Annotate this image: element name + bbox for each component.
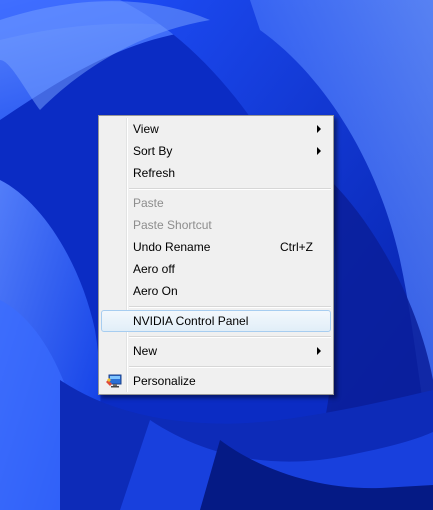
submenu-arrow-icon bbox=[317, 147, 321, 155]
menu-item-nvidia-control-panel[interactable]: NVIDIA Control Panel bbox=[101, 310, 331, 332]
menu-separator bbox=[129, 336, 331, 338]
menu-item-aero-on[interactable]: Aero On bbox=[101, 280, 331, 302]
menu-item-label: New bbox=[133, 344, 158, 358]
menu-item-label: Undo Rename bbox=[133, 240, 211, 254]
menu-item-label: Paste Shortcut bbox=[133, 218, 212, 232]
submenu-arrow-icon bbox=[317, 347, 321, 355]
menu-item-undo-rename[interactable]: Undo Rename Ctrl+Z bbox=[101, 236, 331, 258]
menu-separator bbox=[129, 188, 331, 190]
menu-item-label: View bbox=[133, 122, 159, 136]
menu-item-aero-off[interactable]: Aero off bbox=[101, 258, 331, 280]
menu-item-view[interactable]: View bbox=[101, 118, 331, 140]
menu-item-label: Paste bbox=[133, 196, 164, 210]
menu-item-sort-by[interactable]: Sort By bbox=[101, 140, 331, 162]
desktop-context-menu: View Sort By Refresh Paste Paste Shortcu… bbox=[98, 115, 334, 395]
menu-item-label: Sort By bbox=[133, 144, 173, 158]
menu-item-label: Aero On bbox=[133, 284, 178, 298]
menu-item-paste[interactable]: Paste bbox=[101, 192, 331, 214]
submenu-arrow-icon bbox=[317, 125, 321, 133]
menu-item-label: Refresh bbox=[133, 166, 176, 180]
menu-item-shortcut: Ctrl+Z bbox=[280, 240, 313, 254]
menu-item-refresh[interactable]: Refresh bbox=[101, 162, 331, 184]
menu-separator bbox=[129, 366, 331, 368]
menu-item-label: Aero off bbox=[133, 262, 175, 276]
menu-separator bbox=[129, 306, 331, 308]
menu-item-label: Personalize bbox=[133, 374, 196, 388]
personalize-icon bbox=[106, 374, 122, 388]
menu-item-personalize[interactable]: Personalize bbox=[101, 370, 331, 392]
menu-item-paste-shortcut[interactable]: Paste Shortcut bbox=[101, 214, 331, 236]
menu-item-new[interactable]: New bbox=[101, 340, 331, 362]
menu-item-label: NVIDIA Control Panel bbox=[133, 314, 249, 328]
